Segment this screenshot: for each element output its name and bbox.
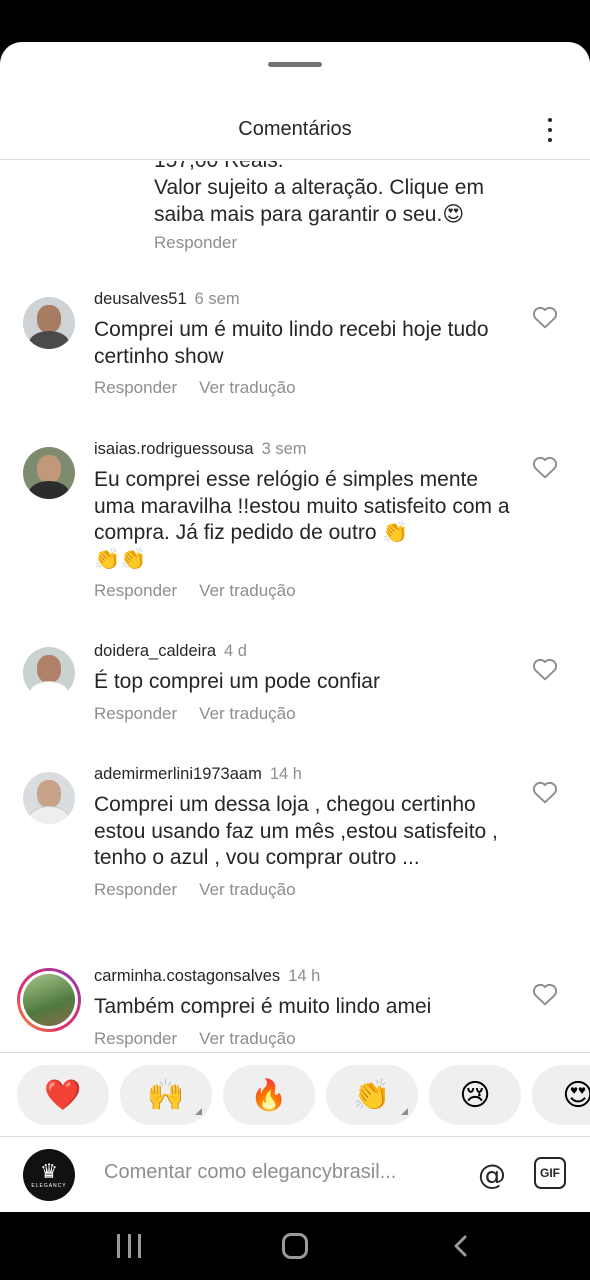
like-heart-icon[interactable] xyxy=(532,657,558,681)
crying-face-icon: 😢 xyxy=(459,1077,491,1113)
avatar[interactable] xyxy=(23,297,75,349)
back-icon[interactable] xyxy=(450,1234,474,1258)
reply-button[interactable]: Responder xyxy=(94,378,177,398)
like-heart-icon[interactable] xyxy=(532,780,558,804)
reply-button[interactable]: Responder xyxy=(94,581,177,601)
raising-hands-icon: 🙌 xyxy=(147,1077,185,1113)
skin-tone-indicator xyxy=(195,1108,202,1115)
comment-username[interactable]: ademirmerlini1973aam xyxy=(94,765,262,783)
home-icon[interactable] xyxy=(282,1233,308,1259)
recent-apps-icon[interactable] xyxy=(117,1234,141,1258)
reply-button[interactable]: Responder xyxy=(94,880,177,900)
comments-header: Comentários xyxy=(0,102,590,160)
reaction-heart-button[interactable]: ❤️ xyxy=(17,1065,109,1125)
fire-icon: 🔥 xyxy=(250,1077,288,1113)
partial-comment-text: 157,00 Reais. Valor sujeito a alteração.… xyxy=(154,161,484,226)
see-translation-button[interactable]: Ver tradução xyxy=(199,1029,295,1049)
avatar-story-ring[interactable] xyxy=(17,968,81,1032)
comment-composer: ♛ ELEGANCY @ GIF xyxy=(0,1136,590,1212)
see-translation-button[interactable]: Ver tradução xyxy=(199,581,295,601)
comment-time: 3 sem xyxy=(261,440,307,458)
comment-input[interactable] xyxy=(104,1161,444,1184)
red-heart-icon: ❤️ xyxy=(44,1077,82,1113)
comment-time: 14 h xyxy=(269,765,302,783)
more-options-icon[interactable] xyxy=(542,115,558,145)
reply-button[interactable]: Responder xyxy=(154,233,237,253)
avatar[interactable] xyxy=(23,647,75,699)
reply-button[interactable]: Responder xyxy=(94,704,177,724)
avatar xyxy=(23,974,75,1026)
crown-icon: ♛ xyxy=(40,1159,58,1183)
avatar[interactable] xyxy=(23,772,75,824)
comment-username[interactable]: carminha.costagonsalves xyxy=(94,967,280,985)
see-translation-button[interactable]: Ver tradução xyxy=(199,704,295,724)
page-title: Comentários xyxy=(238,118,352,140)
see-translation-button[interactable]: Ver tradução xyxy=(199,378,295,398)
drag-handle[interactable] xyxy=(268,62,322,67)
comment-text: Também comprei é muito lindo amei xyxy=(94,995,432,1018)
gif-button[interactable]: GIF xyxy=(534,1157,566,1189)
comment-text: Eu comprei esse relógio é simples mente … xyxy=(94,468,510,571)
comment-text: Comprei um é muito lindo recebi hoje tud… xyxy=(94,318,489,368)
see-translation-button[interactable]: Ver tradução xyxy=(199,880,295,900)
comment-text: Comprei um dessa loja , chegou certinho … xyxy=(94,793,498,869)
comment-text: É top comprei um pode confiar xyxy=(94,670,380,693)
like-heart-icon[interactable] xyxy=(532,455,558,479)
reaction-raising-hands-button[interactable]: 🙌 xyxy=(120,1065,212,1125)
mention-icon[interactable]: @ xyxy=(478,1159,506,1191)
like-heart-icon[interactable] xyxy=(532,305,558,329)
comment-time: 4 d xyxy=(224,642,247,660)
comment-time: 6 sem xyxy=(194,290,240,308)
skin-tone-indicator xyxy=(401,1108,408,1115)
quick-reactions-bar: ❤️ 🙌 🔥 👏 😢 😍 xyxy=(0,1052,590,1136)
reaction-heart-eyes-button[interactable]: 😍 xyxy=(532,1065,590,1125)
comments-sheet: Comentários 157,00 Reais. Valor sujeito … xyxy=(0,42,590,1212)
avatar[interactable] xyxy=(23,447,75,499)
comment-username[interactable]: doidera_caldeira xyxy=(94,642,216,660)
heart-eyes-icon: 😍 xyxy=(562,1077,590,1113)
comment-time: 14 h xyxy=(288,967,321,985)
reaction-fire-button[interactable]: 🔥 xyxy=(223,1065,315,1125)
system-nav-bar xyxy=(0,1212,590,1280)
avatar-brand-text: ELEGANCY xyxy=(31,1183,67,1189)
comments-list[interactable]: 157,00 Reais. Valor sujeito a alteração.… xyxy=(0,161,590,1052)
reaction-crying-button[interactable]: 😢 xyxy=(429,1065,521,1125)
clapping-hands-icon: 👏 xyxy=(353,1077,391,1113)
comment-username[interactable]: isaias.rodriguessousa xyxy=(94,440,254,458)
like-heart-icon[interactable] xyxy=(532,982,558,1006)
reaction-clap-button[interactable]: 👏 xyxy=(326,1065,418,1125)
reply-button[interactable]: Responder xyxy=(94,1029,177,1049)
avatar[interactable]: ♛ ELEGANCY xyxy=(23,1149,75,1201)
comment-username[interactable]: deusalves51 xyxy=(94,290,187,308)
